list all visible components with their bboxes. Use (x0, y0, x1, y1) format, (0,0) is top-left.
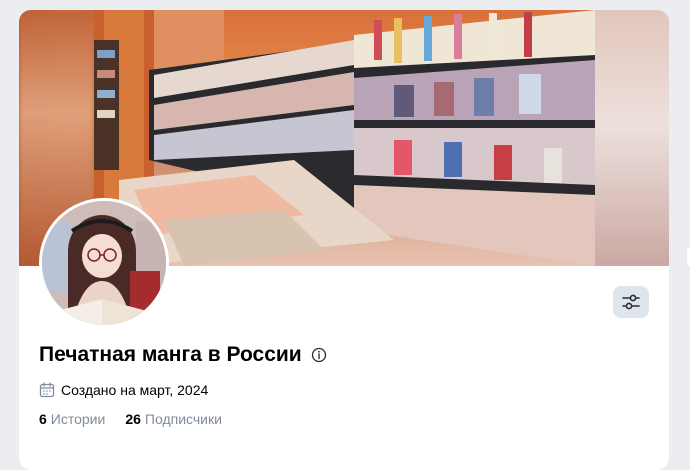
settings-button[interactable] (613, 286, 649, 318)
sliders-icon (622, 294, 640, 310)
avatar[interactable] (39, 198, 169, 328)
stats-row: 6 Истории 26 Подписчики (39, 411, 222, 427)
stories-count: 6 (39, 411, 47, 427)
subscribers-count: 26 (125, 411, 141, 427)
profile-card: Печатная манга в России Создано на март,… (19, 10, 669, 470)
subscribers-stat[interactable]: 26 Подписчики (125, 411, 222, 427)
info-icon[interactable] (311, 347, 327, 363)
stories-label: Истории (50, 411, 106, 427)
created-info: Создано на март, 2024 (39, 382, 208, 398)
stories-stat[interactable]: 6 Истории (39, 411, 105, 427)
cover-photo (94, 10, 595, 266)
page-title: Печатная манга в России (39, 343, 302, 366)
cover-blur-right (595, 10, 669, 266)
subscribers-label: Подписчики (144, 411, 222, 427)
calendar-icon (39, 382, 55, 398)
created-date-text: Создано на март, 2024 (61, 382, 209, 398)
title-row: Печатная манга в России (39, 343, 327, 367)
